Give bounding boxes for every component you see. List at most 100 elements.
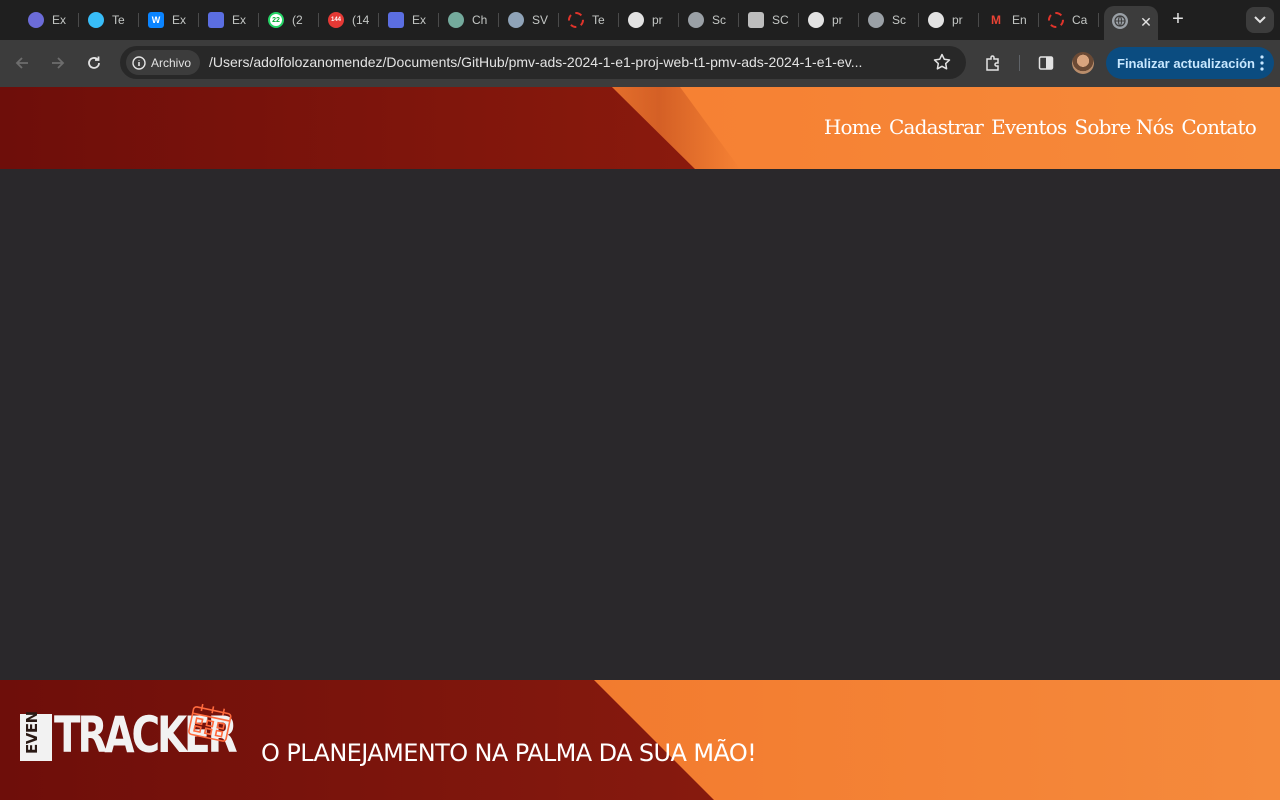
bookmark-star-icon[interactable] xyxy=(932,52,952,72)
browser-tab[interactable]: 22 (2 xyxy=(260,8,314,32)
browser-tab[interactable]: Sc xyxy=(860,8,914,32)
nav-home[interactable]: Home xyxy=(824,115,882,139)
eventracker-logo: EVEN TRACKER xyxy=(20,702,238,786)
github-icon xyxy=(628,12,644,28)
address-bar[interactable]: Archivo /Users/adolfolozanomendez/Docume… xyxy=(120,46,966,79)
tab-separator xyxy=(918,13,919,27)
logo-even-block: EVEN xyxy=(20,711,52,761)
info-icon xyxy=(132,55,146,70)
tab-separator xyxy=(558,13,559,27)
tab-title: Te xyxy=(592,13,605,27)
tab-separator xyxy=(678,13,679,27)
badge-icon: 144 xyxy=(328,12,344,28)
browser-tab[interactable]: Ex xyxy=(380,8,434,32)
forward-button[interactable] xyxy=(45,50,71,76)
dashed-circle-icon xyxy=(568,12,584,28)
browser-tab[interactable]: Ex xyxy=(200,8,254,32)
tab-separator xyxy=(738,13,739,27)
tab-title: Sc xyxy=(712,13,727,27)
arrow-right-icon xyxy=(52,57,65,69)
new-tab-button[interactable]: + xyxy=(1168,8,1188,32)
tab-separator xyxy=(858,13,859,27)
tab-separator xyxy=(498,13,499,27)
tab-title: pr xyxy=(832,13,843,27)
back-button[interactable] xyxy=(9,50,35,76)
tab-separator xyxy=(378,13,379,27)
browser-tab[interactable]: Te xyxy=(560,8,614,32)
w-icon: W xyxy=(148,12,164,28)
nav-contato[interactable]: Contato xyxy=(1181,115,1256,139)
extensions-puzzle-icon[interactable] xyxy=(982,52,1004,74)
shield-icon xyxy=(508,12,524,28)
browser-tab[interactable]: Ex xyxy=(20,8,74,32)
more-vert-icon xyxy=(1260,55,1264,71)
tab-title: (14 xyxy=(352,13,370,27)
tab-title: Ch xyxy=(472,13,488,27)
tab-separator xyxy=(1098,13,1099,27)
browser-tab[interactable]: Te xyxy=(80,8,134,32)
browser-tab[interactable]: Ca xyxy=(1040,8,1094,32)
tab-title: Ex xyxy=(412,13,427,27)
tab-active[interactable]: ✕ xyxy=(1104,6,1158,40)
tab-separator xyxy=(1038,13,1039,27)
site-footer: EVEN TRACKER O PLANEJAMENTO NA PALMA DA … xyxy=(0,680,1280,800)
site-info-chip[interactable]: Archivo xyxy=(126,50,200,75)
tab-title: Te xyxy=(112,13,125,27)
browser-tab[interactable]: Ch xyxy=(440,8,494,32)
profile-avatar[interactable] xyxy=(1072,52,1094,74)
browser-tab[interactable]: pr xyxy=(620,8,674,32)
tab-title: (2 xyxy=(292,13,303,27)
tab-search-button[interactable] xyxy=(1246,7,1274,33)
tailwind-icon xyxy=(88,12,104,28)
browser-tab[interactable]: SV xyxy=(500,8,554,32)
gmail-icon: M xyxy=(991,13,1001,27)
site-header: Home Cadastrar Eventos Sobre Nós Contato xyxy=(0,87,1280,169)
update-button[interactable]: Finalizar actualización xyxy=(1106,47,1274,79)
tab-separator xyxy=(198,13,199,27)
chevron-down-icon xyxy=(1254,16,1266,24)
browser-tab[interactable]: Sc xyxy=(680,8,734,32)
main-nav: Home Cadastrar Eventos Sobre Nós Contato xyxy=(824,115,1257,139)
browser-tab[interactable]: SC xyxy=(740,8,794,32)
whatsapp-icon: 22 xyxy=(268,12,284,28)
nav-eventos[interactable]: Eventos xyxy=(991,115,1067,139)
nav-sobre-nos[interactable]: Sobre Nós xyxy=(1074,115,1174,139)
dashed-circle-icon xyxy=(1048,12,1064,28)
tab-separator xyxy=(978,13,979,27)
browser-tab[interactable]: 144 (14 xyxy=(320,8,374,32)
github-icon xyxy=(808,12,824,28)
site-chip-label: Archivo xyxy=(151,55,192,70)
close-tab-icon[interactable]: ✕ xyxy=(1138,14,1154,30)
tab-title: SC xyxy=(772,13,789,27)
tab-title: SV xyxy=(532,13,549,27)
tab-separator xyxy=(798,13,799,27)
arrow-left-icon xyxy=(15,57,28,69)
calendar-icon xyxy=(188,703,232,742)
browser-tab[interactable]: M En xyxy=(980,8,1034,32)
reload-icon xyxy=(88,56,100,69)
tab-separator xyxy=(438,13,439,27)
crest-icon xyxy=(748,12,764,28)
tab-title: Ex xyxy=(232,13,247,27)
tab-separator xyxy=(258,13,259,27)
side-panel-icon[interactable] xyxy=(1035,52,1057,74)
tab-title: pr xyxy=(652,13,663,27)
browser-tab[interactable]: W Ex xyxy=(140,8,194,32)
browser-tab[interactable]: pr xyxy=(800,8,854,32)
globe-icon xyxy=(868,12,884,28)
header-dark-band xyxy=(0,87,695,169)
url-text[interactable]: /Users/adolfolozanomendez/Documents/GitH… xyxy=(209,54,921,70)
browser-tab-strip: Ex Te W Ex Ex 22 (2 144 (14 Ex Ch SV Te pr Sc SC pr Sc pr M… xyxy=(0,0,1280,40)
reload-button[interactable] xyxy=(81,50,107,76)
tab-title: Ex xyxy=(172,13,187,27)
tab-title: Sc xyxy=(892,13,907,27)
update-button-label: Finalizar actualización xyxy=(1117,55,1255,71)
tab-title: En xyxy=(1012,13,1027,27)
tab-separator xyxy=(618,13,619,27)
tab-separator xyxy=(78,13,79,27)
tab-title: Ca xyxy=(1072,13,1088,27)
footer-tagline: O PLANEJAMENTO NA PALMA DA SUA MÃO! xyxy=(261,739,757,767)
main-content xyxy=(0,169,1280,680)
browser-tab[interactable]: pr xyxy=(920,8,974,32)
nav-cadastrar[interactable]: Cadastrar xyxy=(889,115,984,139)
